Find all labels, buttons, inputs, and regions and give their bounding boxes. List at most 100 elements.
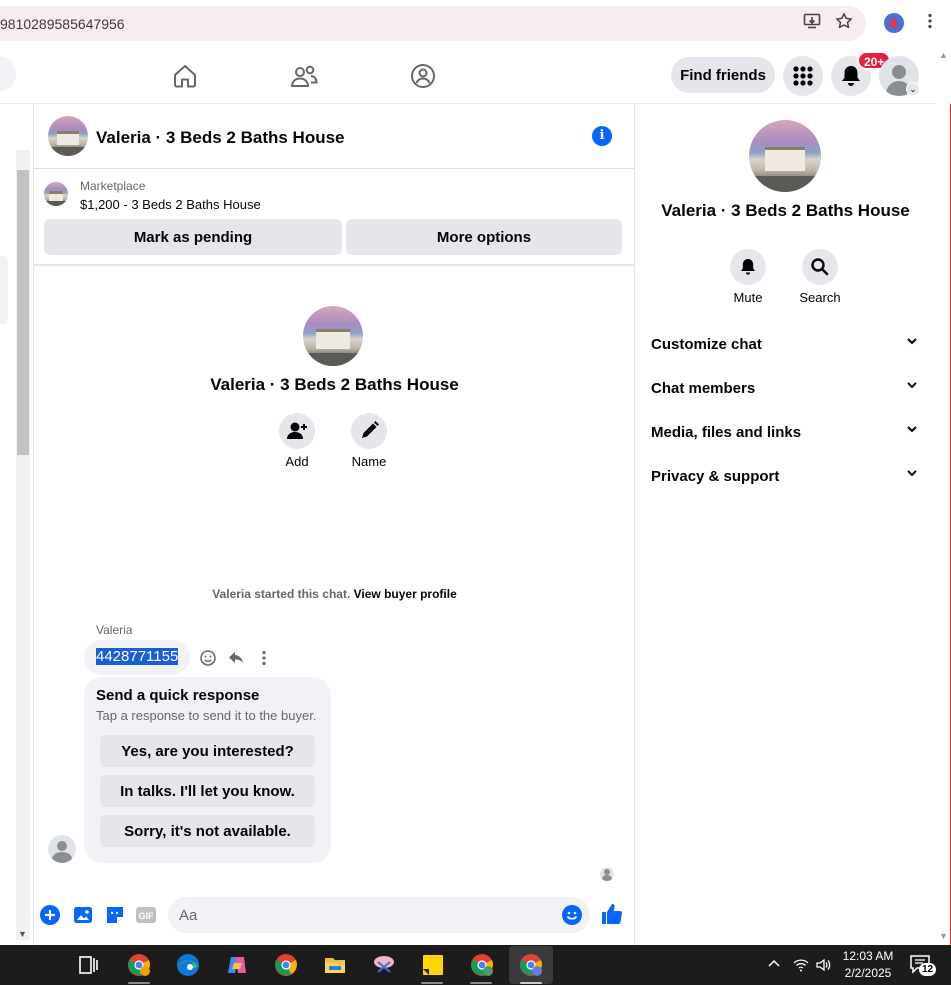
reply-icon[interactable]: [227, 649, 245, 667]
intro-avatar[interactable]: [303, 306, 363, 366]
media-files-links-section[interactable]: Media, files and links: [651, 412, 927, 456]
customize-chat-section[interactable]: Customize chat: [651, 324, 927, 368]
chrome-icon[interactable]: [274, 953, 298, 977]
chat-started-text: Valeria started this chat.: [212, 587, 351, 601]
wifi-icon[interactable]: [793, 957, 809, 976]
groups-icon[interactable]: [409, 62, 437, 90]
notification-count: 12: [919, 963, 937, 976]
thumbs-up-icon[interactable]: [600, 902, 624, 926]
snipping-tool-icon[interactable]: [372, 953, 396, 977]
chrome-menu-icon[interactable]: [920, 12, 940, 32]
chrome-profile-icon[interactable]: [127, 953, 151, 977]
taskbar-open-indicator: [128, 982, 150, 984]
quick-response-button[interactable]: Sorry, it's not available.: [100, 815, 315, 847]
quick-response-button[interactable]: Yes, are you interested?: [100, 735, 315, 767]
view-buyer-profile-link[interactable]: View buyer profile: [354, 587, 457, 601]
scroll-down-arrow-icon[interactable]: ▼: [18, 929, 27, 939]
sticky-notes-icon[interactable]: [421, 953, 445, 977]
mark-as-pending-button[interactable]: Mark as pending: [44, 219, 342, 255]
chat-title[interactable]: Valeria · 3 Beds 2 Baths House: [96, 128, 345, 148]
marketplace-banner: Marketplace $1,200 - 3 Beds 2 Baths Hous…: [34, 170, 635, 266]
page-scrollbar[interactable]: ▲ ▼: [936, 48, 950, 945]
home-icon[interactable]: [171, 62, 199, 90]
address-bar[interactable]: 9810289585647956: [0, 6, 866, 41]
browser-toolbar: 9810289585647956: [0, 0, 951, 48]
menu-button[interactable]: [783, 56, 823, 96]
search-stub[interactable]: [0, 56, 16, 92]
edge-icon[interactable]: [176, 953, 200, 977]
quick-response-title: Send a quick response: [96, 687, 260, 704]
left-scrollbar-thumb[interactable]: [17, 170, 29, 455]
sticker-icon[interactable]: [104, 904, 126, 926]
read-receipt-avatar: [600, 867, 614, 881]
chat-header: Valeria · 3 Beds 2 Baths House i: [34, 104, 635, 169]
bell-icon: [741, 259, 755, 275]
gif-icon[interactable]: GIF: [135, 904, 157, 926]
clock-date: 2/2/2025: [844, 966, 892, 980]
message-composer: GIF: [34, 894, 635, 944]
file-explorer-icon[interactable]: [323, 953, 347, 977]
message-input[interactable]: [168, 897, 590, 933]
message-text[interactable]: 4428771155: [96, 648, 179, 665]
scroll-up-arrow-icon[interactable]: ▲: [939, 50, 948, 60]
clock-time: 12:03 AM: [842, 949, 894, 963]
search-button[interactable]: [802, 249, 838, 285]
add-person-icon: [287, 422, 307, 439]
react-emoji-icon[interactable]: [199, 649, 217, 667]
chat-started-notice: Valeria started this chat. View buyer pr…: [34, 587, 635, 601]
find-friends-button[interactable]: Find friends: [671, 57, 775, 93]
info-panel-avatar[interactable]: [749, 120, 821, 192]
message-bubble[interactable]: 4428771155: [84, 640, 191, 675]
info-panel-title: Valeria · 3 Beds 2 Baths House: [661, 201, 910, 220]
mute-button[interactable]: [730, 249, 766, 285]
chevron-down-icon: [905, 466, 919, 483]
chrome-active-icon[interactable]: [519, 953, 543, 977]
section-label: Privacy & support: [651, 468, 780, 485]
emoji-icon[interactable]: [562, 905, 582, 925]
name-label: Name: [351, 454, 387, 469]
install-app-icon[interactable]: [802, 12, 822, 32]
section-label: Customize chat: [651, 336, 762, 353]
svg-text:GIF: GIF: [139, 911, 155, 921]
chat-list-card[interactable]: [0, 256, 8, 324]
facebook-top-nav: Find friends 20+ ⌄: [0, 48, 951, 104]
chevron-down-icon: [905, 422, 919, 439]
sender-avatar[interactable]: [48, 835, 76, 863]
windows-taskbar: 12:03 AM 2/2/2025 12: [0, 945, 951, 985]
friends-icon[interactable]: [290, 62, 318, 90]
quick-response-button[interactable]: In talks. I'll let you know.: [100, 775, 315, 807]
bookmark-star-icon[interactable]: [834, 12, 854, 32]
section-label: Media, files and links: [651, 424, 802, 441]
privacy-support-section[interactable]: Privacy & support: [651, 456, 927, 500]
profile-extension-icon[interactable]: [884, 13, 904, 33]
section-label: Chat members: [651, 380, 756, 397]
copilot-icon[interactable]: [225, 953, 249, 977]
name-button[interactable]: [351, 413, 387, 449]
photo-icon[interactable]: [72, 904, 94, 926]
info-icon[interactable]: i: [592, 126, 612, 146]
chat-members-section[interactable]: Chat members: [651, 368, 927, 412]
more-actions-icon[interactable]: [255, 649, 273, 667]
chrome-profile-2-icon[interactable]: [470, 953, 494, 977]
search-icon: [811, 258, 829, 276]
chat-panel: Valeria · 3 Beds 2 Baths House i Marketp…: [34, 104, 635, 945]
task-view-icon[interactable]: [76, 953, 100, 977]
url-text: 9810289585647956: [0, 16, 125, 32]
more-options-button[interactable]: More options: [346, 219, 622, 255]
account-chevron-icon[interactable]: ⌄: [906, 82, 920, 96]
plus-circle-icon[interactable]: [39, 904, 61, 926]
listing-thumbnail[interactable]: [44, 182, 68, 206]
tray-overflow-icon[interactable]: [767, 957, 781, 974]
chat-avatar[interactable]: [48, 116, 88, 156]
taskbar-open-indicator: [421, 982, 443, 984]
scroll-down-arrow-icon[interactable]: ▼: [939, 931, 948, 941]
sender-name: Valeria: [96, 623, 133, 637]
volume-icon[interactable]: [815, 957, 831, 976]
intro-title: Valeria · 3 Beds 2 Baths House: [210, 375, 459, 394]
chevron-down-icon: [905, 334, 919, 351]
taskbar-open-indicator: [470, 982, 492, 984]
pencil-icon: [362, 421, 379, 438]
add-button[interactable]: [279, 413, 315, 449]
listing-price-title[interactable]: $1,200 - 3 Beds 2 Baths House: [80, 197, 261, 212]
system-clock[interactable]: 12:03 AM 2/2/2025: [838, 948, 898, 982]
